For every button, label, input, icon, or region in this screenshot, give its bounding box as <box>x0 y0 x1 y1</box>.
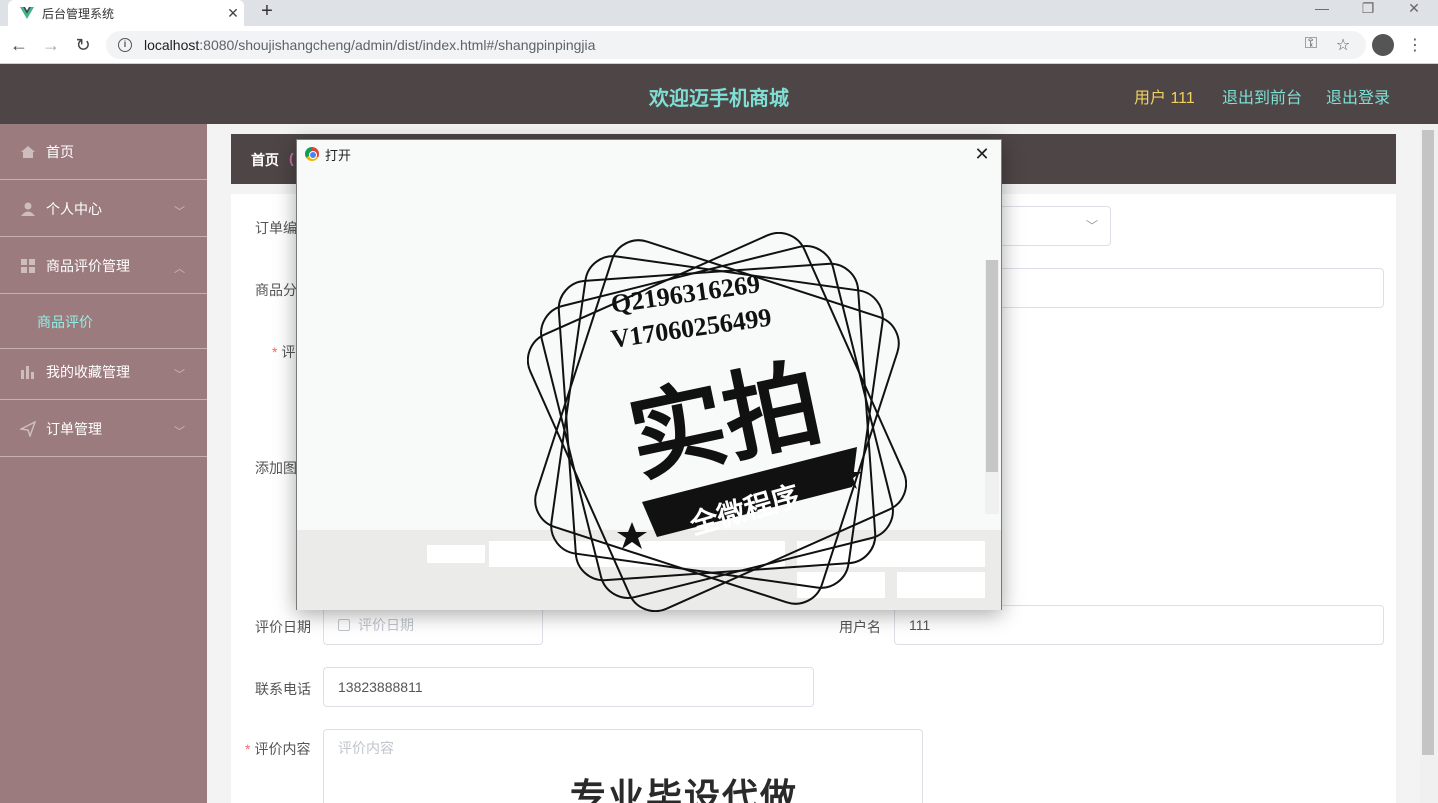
chevron-down-icon: ﹀ <box>1085 219 1098 233</box>
sidebar-subitem-product-review[interactable]: 商品评价 <box>0 295 207 349</box>
star-icon[interactable]: ☆ <box>1332 35 1354 55</box>
sidebar-item-review-management[interactable]: 商品评价管理 ︿ <box>0 238 207 294</box>
username-label: 用户名 <box>839 619 881 635</box>
dialog-scrollbar[interactable] <box>985 260 999 514</box>
breadcrumb-current: ( <box>289 150 294 166</box>
info-icon[interactable]: i <box>118 38 132 52</box>
chart-icon <box>21 365 34 379</box>
chrome-icon <box>305 147 319 161</box>
category-label: 商品分 <box>255 282 297 298</box>
browser-tab-strip: 后台管理系统 ✕ + — ❐ ✕ <box>0 0 1438 26</box>
review-content-label: * 评价内容 <box>245 741 311 757</box>
vue-logo-icon <box>20 7 34 19</box>
browser-toolbar: ← → ↻ i localhost:8080/shoujishangcheng/… <box>0 26 1438 64</box>
add-image-label: 添加图 <box>255 460 297 476</box>
home-icon <box>21 145 35 158</box>
url-text: localhost:8080/shoujishangcheng/admin/di… <box>144 37 596 53</box>
current-user: 用户 111 <box>1134 90 1195 107</box>
file-open-dialog: 打开 ✕ Q2196316269 V17060256499 实拍 全微程序 <box>296 139 1002 612</box>
window-close-button[interactable]: ✕ <box>1394 0 1434 18</box>
calendar-icon <box>338 619 350 631</box>
sidebar-item-label: 商品评价管理 <box>46 257 130 274</box>
page-scrollbar[interactable] <box>1420 124 1438 803</box>
sidebar-item-label: 订单管理 <box>46 420 102 437</box>
order-no-label: 订单编 <box>255 220 297 236</box>
back-arrow-icon[interactable]: ← <box>6 32 32 58</box>
scrollbar-thumb[interactable] <box>1422 130 1434 755</box>
tab-title: 后台管理系统 <box>42 6 115 21</box>
logout-link[interactable]: 退出登录 <box>1326 84 1390 108</box>
sidebar-item-label: 个人中心 <box>46 200 102 217</box>
breadcrumb-home[interactable]: 首页 <box>251 150 279 170</box>
reload-icon[interactable]: ↻ <box>70 32 96 58</box>
select-field[interactable]: ﹀ <box>990 206 1111 246</box>
review-date-input[interactable]: 评价日期 <box>323 605 543 645</box>
bottom-watermark-text: 专业毕设代做 <box>570 776 799 803</box>
sidebar-item-label: 我的收藏管理 <box>46 363 130 380</box>
phone-input[interactable]: 13823888811 <box>323 667 814 707</box>
address-bar[interactable]: i localhost:8080/shoujishangcheng/admin/… <box>106 31 1366 59</box>
user-icon <box>21 202 35 216</box>
dialog-title: 打开 <box>325 147 352 163</box>
chevron-down-icon: ﹀ <box>174 426 185 438</box>
dialog-scrollbar-thumb[interactable] <box>986 260 998 472</box>
sidebar-item-orders[interactable]: 订单管理 ﹀ <box>0 401 207 457</box>
minimize-button[interactable]: — <box>1302 0 1342 18</box>
key-icon[interactable]: ⚿ <box>1300 35 1322 53</box>
sidebar: 首页 个人中心 ﹀ 商品评价管理 ︿ 商品评价 我的收藏管理 ﹀ 订单管理 ﹀ <box>0 124 207 803</box>
chevron-up-icon: ︿ <box>174 263 185 275</box>
dialog-close-icon[interactable]: ✕ <box>971 143 993 165</box>
rating-label: * 评 <box>272 344 296 360</box>
browser-tab[interactable]: 后台管理系统 ✕ <box>8 0 244 26</box>
app-header: 欢迎迈手机商城 用户 111 退出到前台 退出登录 <box>0 64 1438 124</box>
chevron-down-icon: ﹀ <box>174 369 185 381</box>
menu-dots-icon[interactable]: ⋮ <box>1404 35 1426 55</box>
grid-icon <box>21 258 35 273</box>
sidebar-item-home[interactable]: 首页 <box>0 124 207 180</box>
tab-close-icon[interactable]: ✕ <box>222 5 244 22</box>
sidebar-item-personal-center[interactable]: 个人中心 ﹀ <box>0 181 207 237</box>
sidebar-item-label: 首页 <box>46 143 74 160</box>
new-tab-button[interactable]: + <box>256 0 278 26</box>
category-field[interactable] <box>990 268 1384 308</box>
restore-button[interactable]: ❐ <box>1348 0 1388 18</box>
dialog-titlebar: 打开 <box>297 140 1001 168</box>
phone-label: 联系电话 <box>255 681 311 697</box>
exit-to-front-link[interactable]: 退出到前台 <box>1222 84 1302 108</box>
profile-avatar-icon[interactable] <box>1372 34 1394 56</box>
forward-arrow-icon[interactable]: → <box>38 32 64 58</box>
send-icon <box>20 420 36 437</box>
sidebar-item-favorites[interactable]: 我的收藏管理 ﹀ <box>0 344 207 400</box>
chevron-down-icon: ﹀ <box>174 206 185 218</box>
username-input[interactable]: 111 <box>894 605 1384 645</box>
review-date-label: 评价日期 <box>255 619 311 635</box>
